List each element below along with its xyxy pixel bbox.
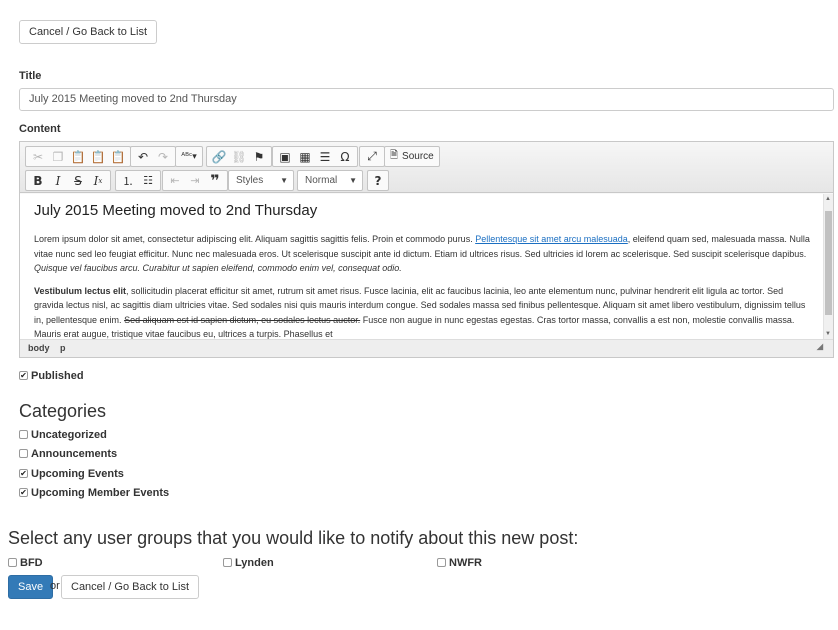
horizontal-rule-icon[interactable]: ☰	[315, 148, 335, 166]
undo-icon[interactable]: ↶	[133, 148, 153, 166]
format-label: Normal	[305, 175, 338, 186]
group-checkbox-lynden[interactable]	[223, 558, 232, 567]
indent-icon[interactable]: ⇥	[185, 172, 205, 190]
group-checkbox-bfd[interactable]	[8, 558, 17, 567]
unlink-icon[interactable]: ⛓	[229, 148, 249, 166]
notify-heading: Select any user groups that you would li…	[8, 528, 579, 548]
content-paragraph-2: Vestibulum lectus elit, sollicitudin pla…	[34, 285, 806, 340]
bold-icon[interactable]: B	[28, 172, 48, 190]
group-label: BFD	[20, 557, 43, 569]
spell-group: ᴬᴮᶜ▾	[175, 146, 203, 167]
link-group: 🔗 ⛓ ⚑	[206, 146, 272, 167]
source-label: Source	[402, 151, 434, 162]
format-dropdown[interactable]: Normal ▼	[297, 170, 363, 191]
cut-icon[interactable]: ✂	[28, 148, 48, 166]
basicstyles-group: B I S Ix	[25, 170, 111, 191]
blockquote-icon[interactable]: ❞	[205, 171, 225, 190]
category-label: Announcements	[31, 448, 118, 460]
styles-dropdown[interactable]: Styles ▼	[228, 170, 294, 191]
content-heading: July 2015 Meeting moved to 2nd Thursday	[34, 202, 318, 219]
link-icon[interactable]: 🔗	[209, 148, 229, 166]
category-label: Uncategorized	[31, 429, 107, 441]
source-button[interactable]: 🗎 Source	[384, 146, 440, 167]
content-label: Content	[19, 123, 61, 135]
maximize-group: ⤢	[359, 146, 385, 167]
source-icon: 🗎	[390, 150, 399, 161]
title-input[interactable]: July 2015 Meeting moved to 2nd Thursday	[19, 88, 834, 111]
category-checkbox-upcoming-member-events[interactable]: ✔	[19, 488, 28, 497]
category-checkbox-upcoming-events[interactable]: ✔	[19, 469, 28, 478]
published-checkbox[interactable]: ✔	[19, 371, 28, 380]
paste-icon[interactable]: 📋	[68, 148, 88, 166]
group-checkbox-nwfr[interactable]	[437, 558, 446, 567]
cancel-back-button-top[interactable]: Cancel / Go Back to List	[19, 20, 157, 44]
remove-format-icon[interactable]: Ix	[88, 172, 108, 190]
chevron-down-icon: ▼	[349, 176, 357, 185]
strike-icon[interactable]: S	[68, 172, 88, 190]
paste-text-icon[interactable]: 📋	[88, 148, 108, 166]
paste-word-icon[interactable]: 📋	[108, 148, 128, 166]
editor-toolbar: ✂ ❐ 📋 📋 📋 ↶ ↷ ᴬᴮᶜ▾ 🔗 ⛓ ⚑ ▣ ▦ ☰ Ω ⤢ 🗎 Sou…	[20, 142, 833, 193]
path-p[interactable]: p	[60, 343, 66, 353]
numbered-list-icon[interactable]: ⒈	[118, 172, 138, 190]
special-char-icon[interactable]: Ω	[335, 148, 355, 166]
styles-label: Styles	[236, 175, 264, 186]
category-checkbox-announcements[interactable]	[19, 449, 28, 458]
category-checkbox-uncategorized[interactable]	[19, 430, 28, 439]
content-link[interactable]: Pellentesque sit amet arcu malesuada	[475, 234, 628, 244]
maximize-icon[interactable]: ⤢	[362, 148, 382, 166]
help-icon[interactable]: ?	[368, 172, 388, 190]
group-label: Lynden	[235, 557, 274, 569]
group-label: NWFR	[449, 557, 482, 569]
chevron-down-icon: ▼	[280, 176, 288, 185]
scrollbar-thumb[interactable]	[825, 211, 832, 315]
published-label: Published	[31, 370, 84, 382]
or-text: or	[50, 580, 60, 592]
resize-handle-icon[interactable]: ◢	[817, 338, 823, 355]
table-icon[interactable]: ▦	[295, 148, 315, 166]
save-button[interactable]: Save	[8, 575, 54, 599]
categories-heading: Categories	[19, 401, 107, 421]
scroll-down-icon[interactable]: ▼	[825, 331, 831, 337]
editor-scrollbar[interactable]: ▲ ▼	[823, 194, 833, 339]
outdent-icon[interactable]: ⇤	[165, 172, 185, 190]
italic-icon[interactable]: I	[48, 172, 68, 190]
copy-icon[interactable]: ❐	[48, 148, 68, 166]
path-body[interactable]: body	[28, 343, 50, 353]
rich-text-editor: ✂ ❐ 📋 📋 📋 ↶ ↷ ᴬᴮᶜ▾ 🔗 ⛓ ⚑ ▣ ▦ ☰ Ω ⤢ 🗎 Sou…	[19, 141, 834, 358]
indent-group: ⇤ ⇥ ❞	[162, 170, 228, 191]
element-path: body p ◢	[20, 339, 833, 357]
title-label: Title	[19, 70, 42, 82]
redo-icon[interactable]: ↷	[153, 148, 173, 166]
anchor-icon[interactable]: ⚑	[249, 148, 269, 166]
category-label: Upcoming Events	[31, 468, 124, 480]
spellcheck-icon[interactable]: ᴬᴮᶜ▾	[178, 148, 200, 166]
cancel-back-button-bottom[interactable]: Cancel / Go Back to List	[61, 575, 199, 599]
editor-content[interactable]: July 2015 Meeting moved to 2nd Thursday …	[20, 194, 833, 339]
clipboard-group: ✂ ❐ 📋 📋 📋	[25, 146, 131, 167]
scroll-up-icon[interactable]: ▲	[825, 196, 831, 202]
category-label: Upcoming Member Events	[31, 487, 170, 499]
content-paragraph-1: Lorem ipsum dolor sit amet, consectetur …	[34, 234, 810, 273]
insert-group: ▣ ▦ ☰ Ω	[272, 146, 358, 167]
image-icon[interactable]: ▣	[275, 148, 295, 166]
help-group: ?	[367, 170, 389, 191]
list-group: ⒈ ☷	[115, 170, 161, 191]
undo-group: ↶ ↷	[130, 146, 176, 167]
bulleted-list-icon[interactable]: ☷	[138, 172, 158, 190]
